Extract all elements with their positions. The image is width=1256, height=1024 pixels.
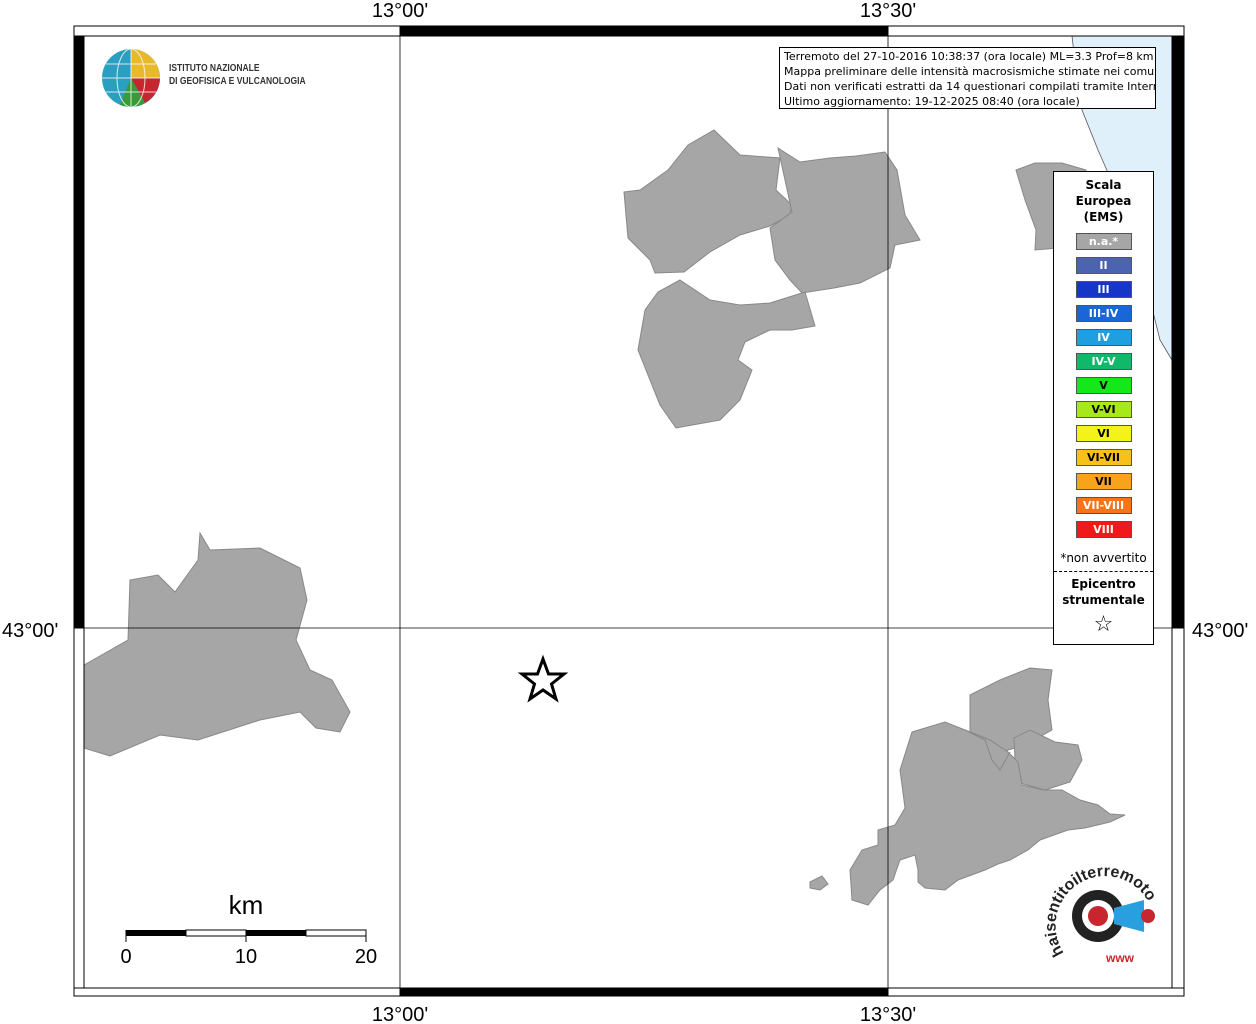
event-info-line: Mappa preliminare delle intensità macros… [784, 65, 1156, 78]
event-info-box: Terremoto del 27-10-2016 10:38:37 (ora l… [779, 47, 1156, 109]
lon-label-bottom: 13°00' [372, 1004, 428, 1024]
ingv-logo: ISTITUTO NAZIONALE DI GEOFISICA E VULCAN… [100, 47, 320, 109]
legend-swatch: VII [1075, 473, 1132, 490]
legend-title: Scala Europea (EMS) [1075, 178, 1132, 224]
legend-swatch: n.a.* [1075, 233, 1132, 250]
scale-unit: km [229, 890, 264, 920]
legend-swatch: III [1075, 281, 1132, 298]
legend-swatch: IV-V [1075, 353, 1132, 370]
ingv-logo-text: ISTITUTO NAZIONALE DI GEOFISICA E VULCAN… [169, 63, 306, 87]
target-icon: haisentitoilterremoto.it www [1033, 845, 1159, 965]
epicenter-legend-title: Epicentro strumentale [1062, 577, 1145, 607]
legend-swatch: VII-VIII [1075, 497, 1132, 514]
lat-label-left: 43°00' [2, 620, 58, 642]
lat-label-right: 43°00' [1192, 620, 1248, 642]
municipality-areas [83, 129, 1126, 906]
municipality-area[interactable] [769, 146, 921, 294]
legend-swatch: II [1075, 257, 1132, 274]
haisentito-logo: haisentitoilterremoto.it www [1033, 845, 1164, 976]
lon-label-top: 13°30' [860, 0, 916, 22]
legend-swatch: III-IV [1075, 305, 1132, 322]
scale-tick: 20 [355, 946, 377, 968]
legend-swatch: VIII [1075, 521, 1132, 538]
legend-swatch: V-VI [1075, 401, 1132, 418]
legend-swatch: VI [1075, 425, 1132, 442]
municipality-area[interactable] [1013, 729, 1083, 791]
municipality-area[interactable] [809, 875, 829, 891]
haisentito-sub: www [1105, 951, 1135, 965]
legend-swatch: IV [1075, 329, 1132, 346]
epicenter-star-icon [517, 654, 569, 703]
legend-swatch: VI-VII [1075, 449, 1132, 466]
lon-label-top: 13°00' [372, 0, 428, 22]
legend-swatch: V [1075, 377, 1132, 394]
globe-icon [102, 48, 160, 108]
event-info-line: Dati non verificati estratti da 14 quest… [784, 80, 1156, 93]
legend-note: *non avvertito [1060, 551, 1147, 565]
municipality-area[interactable] [623, 129, 793, 274]
scale-bar: km 0 10 20 [120, 890, 377, 968]
legend-items: n.a.* II III III-IV IV IV-V V V-VI VI VI-VII VII VI… [1054, 233, 1153, 538]
ems-legend: Scala Europea (EMS) n.a.* II III III-IV IV IV… [1053, 171, 1154, 645]
scale-tick: 10 [235, 946, 257, 968]
municipality-area[interactable] [83, 531, 351, 757]
event-info-line: Ultimo aggiornamento: 19-12-2025 08:40 (… [784, 95, 1080, 108]
scale-tick: 0 [120, 946, 131, 968]
lon-label-bottom: 13°30' [860, 1004, 916, 1024]
event-info-line: Terremoto del 27-10-2016 10:38:37 (ora l… [784, 50, 1154, 63]
epicenter-star-icon: ☆ [1093, 612, 1114, 637]
municipality-area[interactable] [637, 279, 816, 429]
